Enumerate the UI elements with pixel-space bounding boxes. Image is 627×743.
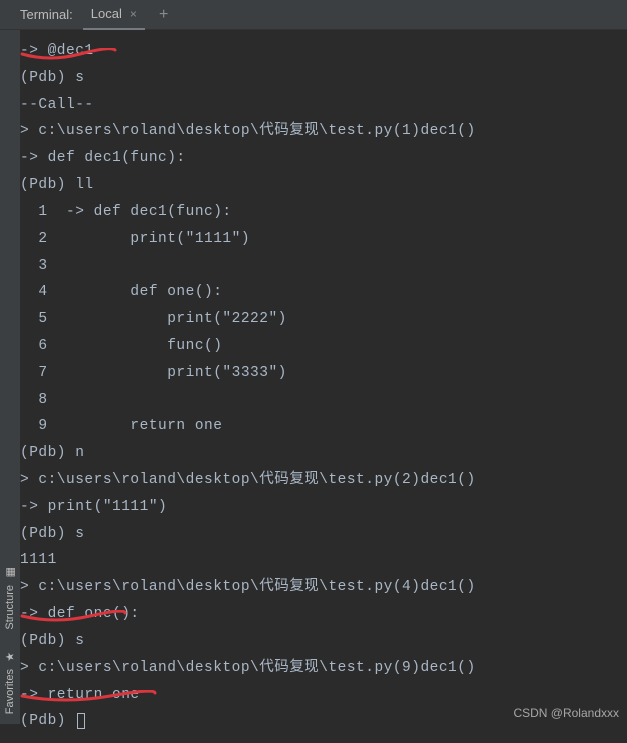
terminal-line: (Pdb) s (20, 65, 623, 92)
cursor (77, 713, 85, 729)
terminal-line: > c:\users\roland\desktop\代码复现\test.py(1… (20, 118, 623, 145)
terminal-line: 3 (20, 253, 623, 280)
terminal-line: -> print("1111") (20, 494, 623, 521)
terminal-line: 6 func() (20, 333, 623, 360)
terminal-label: Terminal: (20, 7, 83, 22)
terminal-line: -> return one (20, 682, 623, 709)
terminal-line: (Pdb) ll (20, 172, 623, 199)
watermark: CSDN @Rolandxxx (513, 706, 619, 720)
terminal-line: 4 def one(): (20, 279, 623, 306)
terminal-line: 8 (20, 387, 623, 414)
terminal-line: -> @dec1 (20, 38, 623, 65)
terminal-line: 1 -> def dec1(func): (20, 199, 623, 226)
terminal-line: 7 print("3333") (20, 360, 623, 387)
tab-label: Local (91, 6, 122, 21)
terminal-line: -> def dec1(func): (20, 145, 623, 172)
terminal-line: 9 return one (20, 413, 623, 440)
terminal-line: (Pdb) n (20, 440, 623, 467)
terminal-line: 1111 (20, 547, 623, 574)
terminal-line: > c:\users\roland\desktop\代码复现\test.py(4… (20, 574, 623, 601)
terminal-line: (Pdb) s (20, 628, 623, 655)
tab-local[interactable]: Local × (83, 0, 145, 30)
terminal-line: > c:\users\roland\desktop\代码复现\test.py(9… (20, 655, 623, 682)
tab-bar: Terminal: Local × + (0, 0, 627, 30)
terminal-line: (Pdb) s (20, 521, 623, 548)
add-tab-icon[interactable]: + (159, 6, 169, 24)
terminal-line: --Call-- (20, 92, 623, 119)
terminal-line: -> def one(): (20, 601, 623, 628)
terminal-line: 2 print("1111") (20, 226, 623, 253)
terminal-output[interactable]: -> @dec1 (Pdb) s --Call-- > c:\users\rol… (0, 30, 627, 743)
terminal-line: > c:\users\roland\desktop\代码复现\test.py(2… (20, 467, 623, 494)
terminal-line: 5 print("2222") (20, 306, 623, 333)
close-icon[interactable]: × (130, 7, 137, 21)
